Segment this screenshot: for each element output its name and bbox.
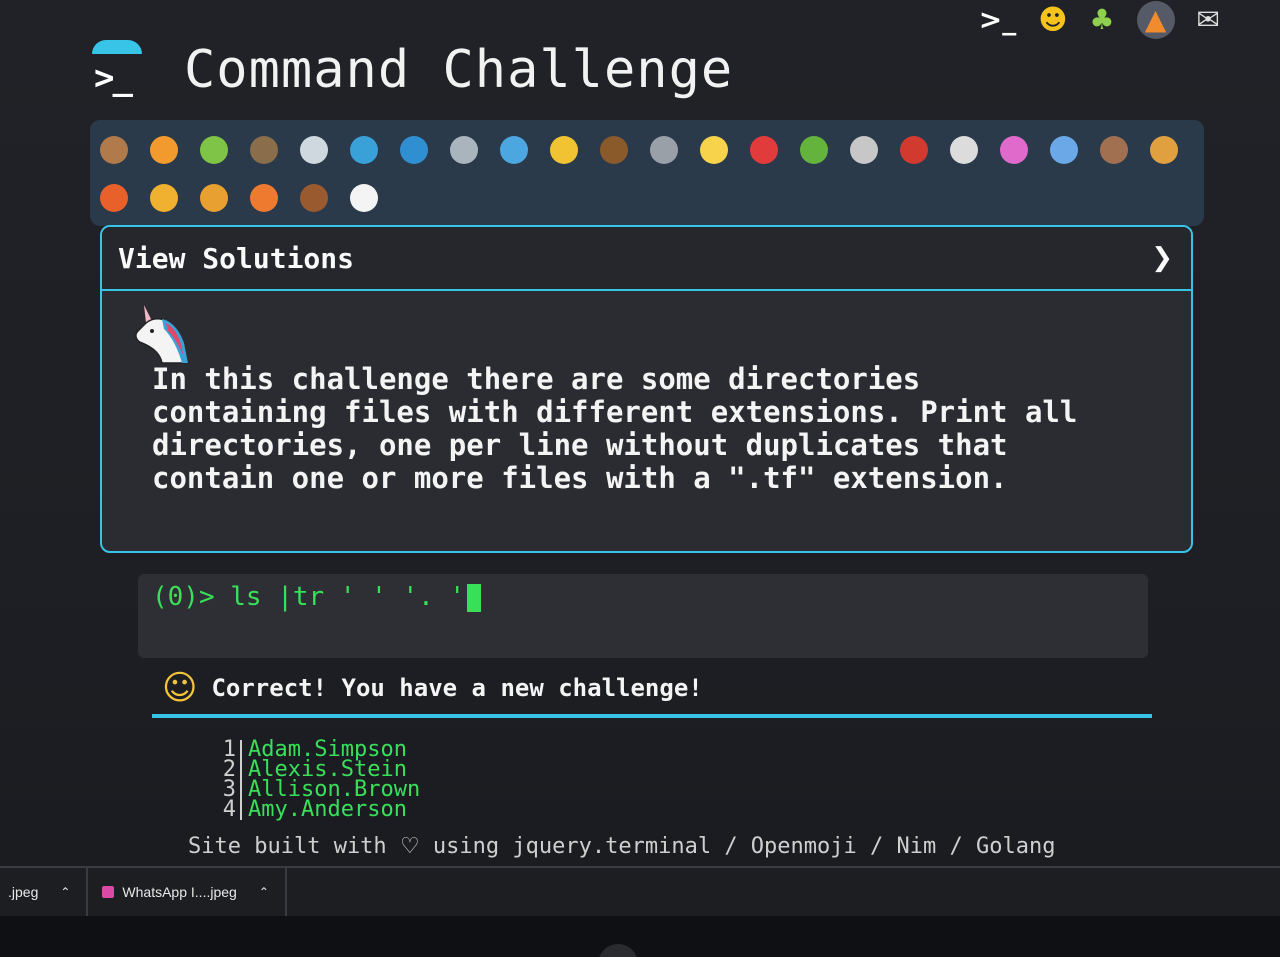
whale-icon[interactable] bbox=[350, 136, 378, 164]
shushing-face-icon[interactable]: ☻ bbox=[1038, 6, 1067, 34]
chevron-right-icon[interactable]: ❯ bbox=[1151, 243, 1173, 273]
ladybug-icon[interactable] bbox=[750, 136, 778, 164]
download-filename: .jpeg bbox=[8, 884, 39, 900]
download-item[interactable]: .jpeg ⌃ bbox=[0, 868, 89, 916]
butterfly-icon[interactable] bbox=[150, 136, 178, 164]
heart-icon: ♡ bbox=[399, 834, 420, 859]
genie-icon: ☺ bbox=[162, 668, 198, 708]
chevron-up-icon[interactable]: ⌃ bbox=[259, 885, 269, 899]
terminal-icon[interactable]: >_ bbox=[979, 6, 1016, 34]
solutions-card: View Solutions ❯ In this challenge there… bbox=[100, 225, 1193, 553]
unicorn-icon bbox=[135, 305, 189, 364]
view-solutions-label: View Solutions bbox=[118, 241, 355, 275]
download-item[interactable]: WhatsApp I....jpeg ⌃ bbox=[88, 868, 287, 916]
top-nav: >_ ☻ ♣ ▲ ✉ bbox=[979, 0, 1220, 40]
result-message: Correct! You have a new challenge! bbox=[211, 674, 703, 702]
monkey-icon[interactable] bbox=[1100, 136, 1128, 164]
animal-row-2 bbox=[100, 174, 1194, 222]
fish-icon[interactable] bbox=[500, 136, 528, 164]
cricket-icon[interactable] bbox=[800, 136, 828, 164]
bee-icon[interactable] bbox=[700, 136, 728, 164]
line-number: 4 bbox=[222, 799, 242, 821]
microbe-icon[interactable] bbox=[1050, 136, 1078, 164]
fly-icon[interactable] bbox=[950, 136, 978, 164]
header: >_ Command Challenge bbox=[90, 40, 733, 100]
image-file-icon bbox=[102, 886, 115, 898]
download-filename: WhatsApp I....jpeg bbox=[122, 884, 237, 900]
screen: >_ ☻ ♣ ▲ ✉ >_ Command Challenge View Sol… bbox=[0, 0, 1280, 957]
result-banner: ☺ Correct! You have a new challenge! bbox=[152, 662, 1152, 718]
wolf-icon[interactable] bbox=[650, 136, 678, 164]
tropical-fish-icon[interactable] bbox=[550, 136, 578, 164]
ant-icon[interactable] bbox=[250, 136, 278, 164]
challenge-description: In this challenge there are some directo… bbox=[152, 362, 1078, 495]
terminal-prompt-icon[interactable]: >_ bbox=[90, 40, 144, 100]
spider-icon[interactable] bbox=[850, 136, 878, 164]
shark-icon[interactable] bbox=[450, 136, 478, 164]
challenge-progress-bar bbox=[90, 120, 1204, 226]
output-line: 4 Amy.Anderson bbox=[222, 797, 420, 822]
tiger-icon[interactable] bbox=[250, 184, 278, 212]
monitor-bezel bbox=[0, 916, 1280, 957]
spider-web-icon[interactable] bbox=[300, 136, 328, 164]
page-title: Command Challenge bbox=[184, 40, 734, 100]
dog-icon[interactable] bbox=[1150, 136, 1178, 164]
mail-icon[interactable]: ✉ bbox=[1197, 6, 1220, 34]
output-value: Amy.Anderson bbox=[248, 797, 407, 822]
dolphin-icon[interactable] bbox=[400, 136, 428, 164]
caterpillar-icon[interactable] bbox=[200, 136, 228, 164]
tree-icon[interactable]: ♣ bbox=[1089, 6, 1114, 34]
command-output: 1 Adam.Simpson 2 Alexis.Stein 3 Allison.… bbox=[222, 739, 420, 822]
footer-links[interactable]: using jquery.terminal / Openmoji / Nim /… bbox=[433, 834, 1056, 859]
challenge-body: In this challenge there are some directo… bbox=[102, 291, 1191, 495]
terminal-input[interactable]: (0)> ls |tr ' ' '. ' bbox=[138, 574, 1148, 658]
view-solutions-header[interactable]: View Solutions ❯ bbox=[102, 227, 1191, 291]
footer-prefix: Site built with bbox=[188, 834, 387, 859]
chevron-up-icon[interactable]: ⌃ bbox=[60, 885, 70, 899]
webcam-icon bbox=[598, 944, 638, 957]
snail-icon[interactable] bbox=[100, 136, 128, 164]
terminal-cursor bbox=[467, 583, 482, 612]
scorpion-icon[interactable] bbox=[900, 136, 928, 164]
gitlab-fox-icon[interactable]: ▲ bbox=[1136, 1, 1175, 39]
downloads-bar: .jpeg ⌃ WhatsApp I....jpeg ⌃ bbox=[0, 866, 1280, 916]
hedgehog-icon[interactable] bbox=[600, 136, 628, 164]
animal-row-1 bbox=[100, 126, 1194, 174]
terminal-command[interactable]: ls |tr ' ' '. ' bbox=[230, 582, 465, 612]
terminal-prompt: (0)> bbox=[152, 582, 231, 612]
fox-icon[interactable] bbox=[100, 184, 128, 212]
horse-icon[interactable] bbox=[300, 184, 328, 212]
unicorn-icon[interactable] bbox=[350, 184, 378, 212]
site-footer: Site built with ♡ using jquery.terminal … bbox=[188, 834, 1055, 859]
worm-icon[interactable] bbox=[1000, 136, 1028, 164]
cat-icon[interactable] bbox=[150, 184, 178, 212]
lion-icon[interactable] bbox=[200, 184, 228, 212]
